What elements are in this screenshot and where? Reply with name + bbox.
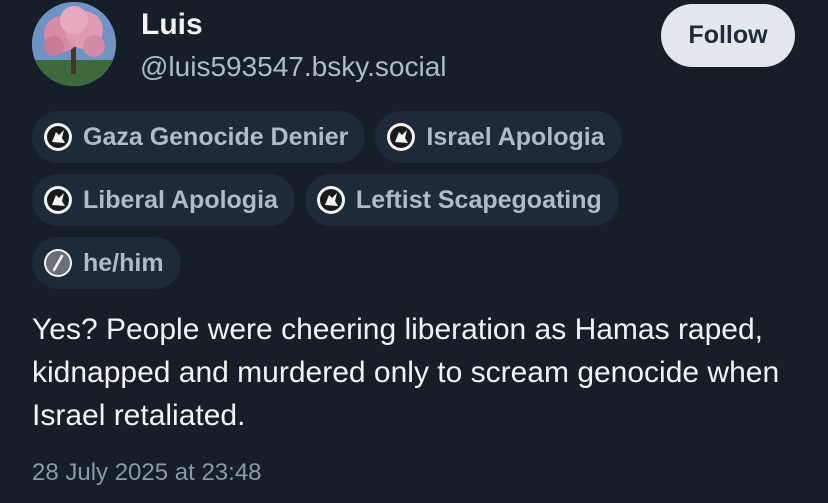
- user-handle[interactable]: @luis593547.bsky.social: [140, 51, 447, 83]
- label-text: Gaza Genocide Denier: [83, 122, 349, 151]
- labels-row: Liberal Apologia Leftist Scapegoating: [32, 174, 752, 226]
- label-pronouns[interactable]: he/him: [32, 237, 181, 289]
- labeler-avatar-icon: [316, 185, 346, 215]
- label-israel-apologia[interactable]: Israel Apologia: [375, 111, 622, 163]
- moderation-labels: Gaza Genocide Denier Israel Apologia Lib…: [32, 111, 752, 300]
- post-timestamp[interactable]: 28 July 2025 at 23:48: [32, 459, 262, 487]
- label-leftist-scapegoating[interactable]: Leftist Scapegoating: [304, 174, 619, 226]
- label-liberal-apologia[interactable]: Liberal Apologia: [32, 174, 295, 226]
- labeler-avatar-icon: [43, 185, 73, 215]
- pronouns-icon: [43, 248, 73, 278]
- label-text: Liberal Apologia: [83, 185, 278, 214]
- avatar[interactable]: [32, 2, 116, 86]
- labeler-avatar-icon: [43, 122, 73, 152]
- display-name[interactable]: Luis: [141, 8, 203, 42]
- label-text: he/him: [83, 248, 164, 277]
- label-text: Leftist Scapegoating: [355, 185, 602, 214]
- labels-row: Gaza Genocide Denier Israel Apologia: [32, 111, 752, 163]
- label-gaza-genocide-denier[interactable]: Gaza Genocide Denier: [32, 111, 366, 163]
- labeler-avatar-icon: [386, 122, 416, 152]
- label-text: Israel Apologia: [426, 122, 605, 151]
- labels-row: he/him: [32, 237, 752, 289]
- post-text: Yes? People were cheering liberation as …: [32, 313, 780, 432]
- follow-button[interactable]: Follow: [661, 4, 795, 67]
- post-thread-view: Luis @luis593547.bsky.social Follow Gaza…: [0, 0, 828, 503]
